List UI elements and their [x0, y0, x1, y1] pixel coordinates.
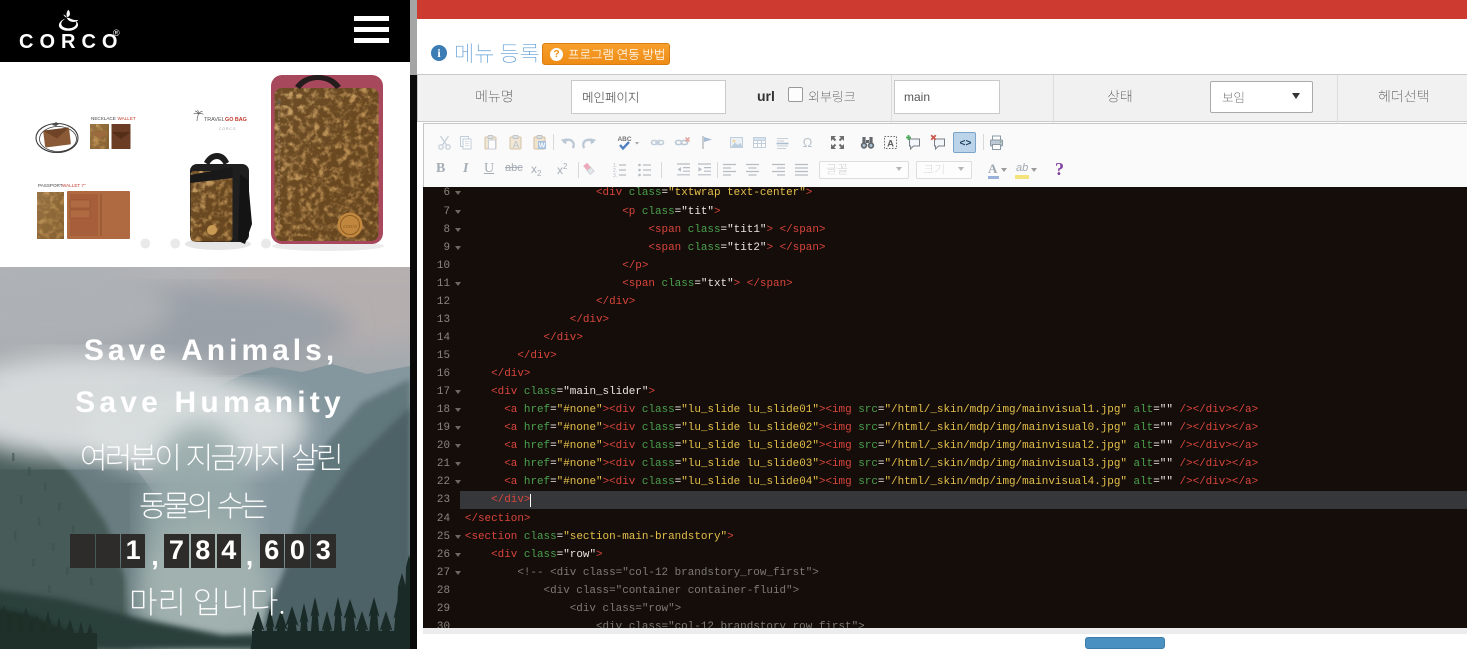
svg-text:NECKLACE: NECKLACE	[91, 116, 116, 121]
svg-text:WALLET: WALLET	[118, 116, 136, 121]
svg-text:3.: 3.	[613, 173, 617, 178]
svg-text:A: A	[512, 140, 519, 151]
svg-text:corco: corco	[343, 224, 356, 230]
svg-text:TRAVEL: TRAVEL	[204, 117, 225, 123]
svg-text:W: W	[538, 142, 545, 149]
svg-text:C O R C O: C O R C O	[219, 127, 236, 131]
svg-text:PASSPORT: PASSPORT	[38, 183, 63, 188]
svg-text:<>: <>	[959, 139, 971, 150]
svg-text:Ω: Ω	[802, 135, 812, 150]
svg-text:A: A	[887, 138, 894, 149]
svg-text:GO BAG: GO BAG	[225, 117, 247, 123]
svg-text:ABC: ABC	[617, 136, 631, 143]
svg-text:WALLET 7": WALLET 7"	[62, 183, 86, 188]
